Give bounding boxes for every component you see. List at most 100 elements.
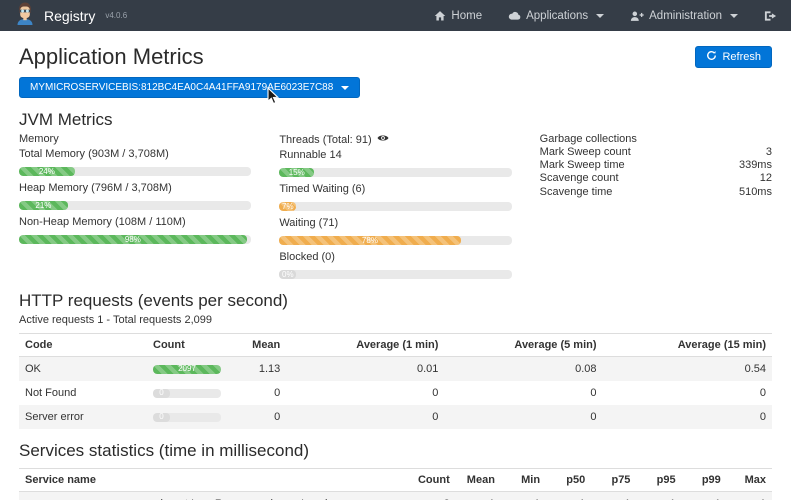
nav-item-home[interactable]: Home xyxy=(434,10,482,22)
refresh-label: Refresh xyxy=(722,51,761,63)
avg15-cell: 0 xyxy=(603,405,772,429)
progress-bar: 7% xyxy=(279,202,296,211)
metric-non-heap-memory: Non-Heap Memory (108M / 110M) 98% xyxy=(19,216,251,244)
http-requests-heading: HTTP requests (events per second) xyxy=(19,291,772,311)
max-cell: 1 xyxy=(727,492,772,500)
user-plus-icon xyxy=(630,10,644,22)
table-header-row: Service name Count Mean Min p50 p75 p95 … xyxy=(19,469,772,492)
table-row-changelevel: com.mycompany.myapp.web.rest.LogsResourc… xyxy=(19,492,772,500)
gc-value: 12 xyxy=(760,172,772,185)
col-header-avg15: Average (15 min) xyxy=(603,334,772,357)
progress-track: 0 xyxy=(153,413,221,422)
chevron-down-icon xyxy=(730,14,738,18)
brand[interactable]: Registry v4.0.6 xyxy=(14,1,127,30)
nav-item-label: Home xyxy=(451,10,482,22)
metric-timed-waiting: Timed Waiting (6) 7% xyxy=(279,183,511,211)
nav-item-label: Applications xyxy=(526,10,588,22)
col-header-mean: Mean xyxy=(456,469,501,492)
metric-heap-memory: Heap Memory (796M / 3,708M) 21% xyxy=(19,182,251,210)
metric-label: Runnable 14 xyxy=(279,149,511,162)
gc-value: 510ms xyxy=(739,186,772,199)
avg15-cell: 0 xyxy=(603,381,772,405)
avg1-cell: 0 xyxy=(286,405,444,429)
count-cell: 2 xyxy=(411,492,456,500)
chevron-down-icon xyxy=(596,14,604,18)
progress-bar: 15% xyxy=(279,168,314,177)
memory-column: Memory Total Memory (903M / 3,708M) 24% … xyxy=(19,133,251,279)
gc-label: Mark Sweep time xyxy=(540,159,625,172)
avg5-cell: 0 xyxy=(444,381,602,405)
gc-row-scavenge-time: Scavenge time 510ms xyxy=(540,186,772,199)
http-requests-summary: Active requests 1 - Total requests 2,099 xyxy=(19,314,772,326)
col-header-mean: Mean xyxy=(245,334,286,357)
progress-track: 0% xyxy=(279,270,511,279)
progress-track: 7% xyxy=(279,202,511,211)
nav-item-logout[interactable] xyxy=(764,10,777,22)
gc-value: 3 xyxy=(766,146,772,159)
nav-item-applications[interactable]: Applications xyxy=(508,10,604,22)
sign-out-icon xyxy=(764,10,777,22)
eye-icon[interactable] xyxy=(377,133,389,147)
col-header-service-name: Service name xyxy=(19,469,411,492)
metric-total-memory: Total Memory (903M / 3,708M) 24% xyxy=(19,148,251,176)
jvm-metrics-heading: JVM Metrics xyxy=(19,110,772,130)
http-requests-table: Code Count Mean Average (1 min) Average … xyxy=(19,333,772,429)
gc-heading: Garbage collections xyxy=(540,133,772,146)
avg5-cell: 0.08 xyxy=(444,357,602,382)
nav-menu: Home Applications Administration xyxy=(434,10,777,22)
progress-track: 21% xyxy=(19,201,251,210)
p75-cell: 1 xyxy=(591,492,636,500)
gc-row-mark-sweep-count: Mark Sweep count 3 xyxy=(540,146,772,159)
progress-track: 2097 xyxy=(153,365,221,374)
gc-column: Garbage collections Mark Sweep count 3 M… xyxy=(540,133,772,279)
threads-heading: Threads (Total: 91) xyxy=(279,134,371,147)
count-cell: 2097 xyxy=(147,357,245,382)
services-statistics-heading: Services statistics (time in millisecond… xyxy=(19,441,772,461)
code-cell: Server error xyxy=(19,405,147,429)
p95-cell: 1 xyxy=(636,492,681,500)
refresh-button[interactable]: Refresh xyxy=(695,46,772,68)
progress-track: 78% xyxy=(279,236,511,245)
progress-bar: 21% xyxy=(19,201,68,210)
refresh-icon xyxy=(706,50,717,64)
instance-selector-dropdown[interactable]: MYMICROSERVICEBIS:812BC4EA0C4A41FFA9179A… xyxy=(19,77,360,98)
gc-value: 339ms xyxy=(739,159,772,172)
mean-cell: 1 xyxy=(456,492,501,500)
gc-label: Mark Sweep count xyxy=(540,146,631,159)
metric-label: Timed Waiting (6) xyxy=(279,183,511,196)
min-cell: 1 xyxy=(501,492,546,500)
nav-item-administration[interactable]: Administration xyxy=(630,10,738,22)
metric-blocked: Blocked (0) 0% xyxy=(279,251,511,279)
progress-bar: 24% xyxy=(19,167,75,176)
table-header-row: Code Count Mean Average (1 min) Average … xyxy=(19,334,772,357)
main-content: Application Metrics Refresh MYMICROSERVI… xyxy=(0,44,791,500)
home-icon xyxy=(434,10,446,22)
mean-cell: 0 xyxy=(245,381,286,405)
navbar: Registry v4.0.6 Home Applications xyxy=(0,0,791,31)
metric-label: Non-Heap Memory (108M / 110M) xyxy=(19,216,251,229)
col-header-code: Code xyxy=(19,334,147,357)
nav-item-label: Administration xyxy=(649,10,722,22)
chevron-down-icon xyxy=(341,86,349,90)
col-header-p50: p50 xyxy=(546,469,591,492)
service-name-cell: com.mycompany.myapp.web.rest.LogsResourc… xyxy=(19,492,411,500)
gc-label: Scavenge time xyxy=(540,186,613,199)
jhipster-logo-icon xyxy=(14,1,36,30)
metric-label: Total Memory (903M / 3,708M) xyxy=(19,148,251,161)
brand-version: v4.0.6 xyxy=(105,11,127,20)
col-header-min: Min xyxy=(501,469,546,492)
progress-bar: 0 xyxy=(153,389,170,398)
gc-row-scavenge-count: Scavenge count 12 xyxy=(540,172,772,185)
metric-label: Heap Memory (796M / 3,708M) xyxy=(19,182,251,195)
table-row-server-error: Server error 0 0 0 0 0 xyxy=(19,405,772,429)
gc-row-mark-sweep-time: Mark Sweep time 339ms xyxy=(540,159,772,172)
progress-bar: 0% xyxy=(279,270,296,279)
avg15-cell: 0.54 xyxy=(603,357,772,382)
instance-selector-label: MYMICROSERVICEBIS:812BC4EA0C4A41FFA9179A… xyxy=(30,82,333,93)
table-row-ok: OK 2097 1.13 0.01 0.08 0.54 xyxy=(19,357,772,382)
page-title: Application Metrics xyxy=(19,44,204,70)
col-header-avg5: Average (5 min) xyxy=(444,334,602,357)
progress-track: 98% xyxy=(19,235,251,244)
col-header-p95: p95 xyxy=(636,469,681,492)
mean-cell: 0 xyxy=(245,405,286,429)
